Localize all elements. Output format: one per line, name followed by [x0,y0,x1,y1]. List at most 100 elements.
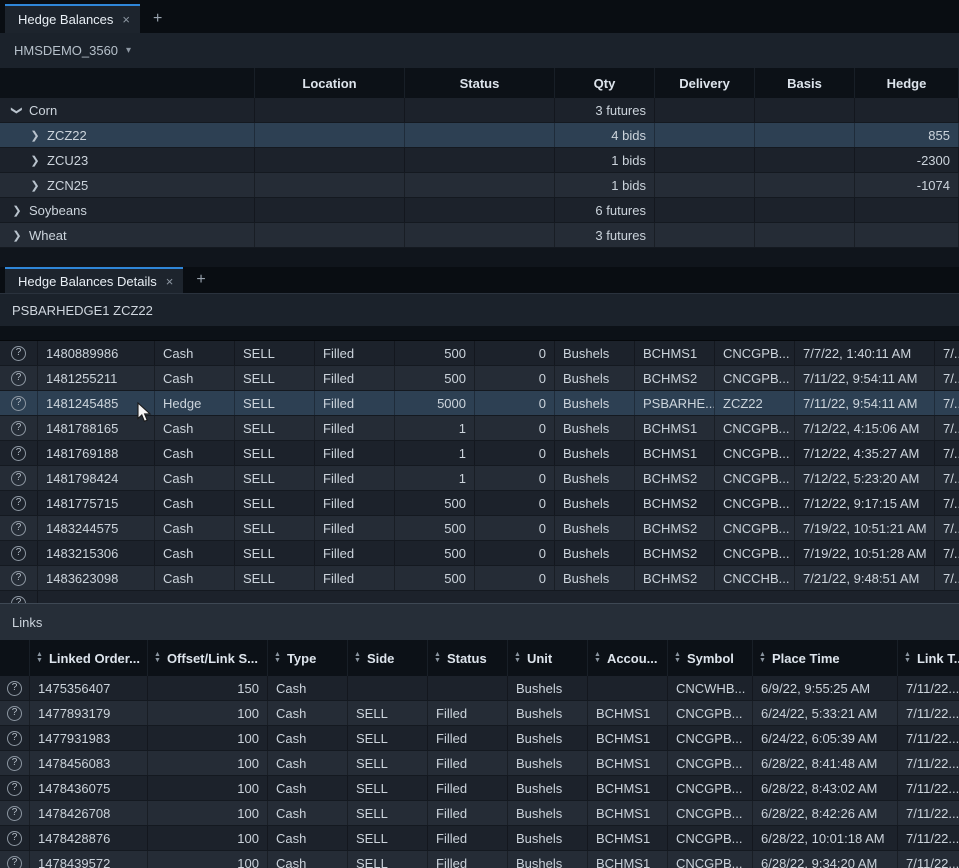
links-row[interactable]: ?1477931983100CashSELLFilledBushelsBCHMS… [0,726,959,751]
info-icon[interactable]: ? [7,856,22,868]
cell-place-time: 7/12/22, 4:35:27 AM [795,441,935,465]
details-row[interactable]: ?1483244575CashSELLFilled5000BushelsBCHM… [0,516,959,541]
details-row[interactable]: ?1481798424CashSELLFilled10BushelsBCHMS2… [0,466,959,491]
close-tab-icon[interactable]: × [166,274,174,289]
tree-label: ZCU23 [47,153,88,168]
tab-hedge-balances-details[interactable]: Hedge Balances Details × [5,267,183,293]
links-row[interactable]: ?1478439572100CashSELLFilledBushelsBCHMS… [0,851,959,868]
details-row[interactable]: ?1481255211CashSELLFilled5000BushelsBCHM… [0,366,959,391]
cell-status [405,173,555,197]
cell-hedge [855,223,959,247]
links-row[interactable]: ?1478436075100CashSELLFilledBushelsBCHMS… [0,776,959,801]
details-row[interactable]: ?1483623098CashSELLFilled5000BushelsBCHM… [0,566,959,591]
links-header-linked-order[interactable]: ▲▼Linked Order... [30,640,148,676]
cell-account: BCHMS1 [588,776,668,800]
details-row[interactable]: ?1481788165CashSELLFilled10BushelsBCHMS1… [0,416,959,441]
chevron-right-icon[interactable]: ❯ [30,179,40,192]
workspace-dropdown[interactable]: HMSDEMO_3560 ▾ [14,43,131,58]
header-cell-status[interactable]: Status [405,68,555,98]
info-cell: ? [0,776,30,800]
tree-row-soybeans[interactable]: ❯Soybeans6 futures [0,198,959,223]
links-row[interactable]: ?1478456083100CashSELLFilledBushelsBCHMS… [0,751,959,776]
tree-row-zcn25[interactable]: ❯ZCN251 bids-1074 [0,173,959,198]
header-cell-qty[interactable]: Qty [555,68,655,98]
links-header-symbol[interactable]: ▲▼Symbol [668,640,753,676]
cell-qty: 4 bids [555,123,655,147]
tree-row-zcu23[interactable]: ❯ZCU231 bids-2300 [0,148,959,173]
info-icon[interactable]: ? [7,706,22,721]
info-icon[interactable]: ? [7,756,22,771]
header-cell-location[interactable]: Location [255,68,405,98]
new-tab-button[interactable]: + [140,4,175,33]
info-icon[interactable]: ? [11,421,26,436]
chevron-right-icon[interactable]: ❯ [30,154,40,167]
cell-link-time: 7/11/22... [898,726,959,750]
info-icon[interactable]: ? [11,371,26,386]
tree-row-corn[interactable]: ❯Corn3 futures [0,98,959,123]
links-header-account[interactable]: ▲▼Accou... [588,640,668,676]
cell-type: Cash [155,466,235,490]
cell-side: SELL [235,516,315,540]
header-cell-basis[interactable]: Basis [755,68,855,98]
links-header-link-time[interactable]: ▲▼Link T... [898,640,959,676]
cell-basis [755,123,855,147]
info-icon[interactable]: ? [11,546,26,561]
cell-place-time: 7/19/22, 10:51:28 AM [795,541,935,565]
cell-unit: Bushels [555,441,635,465]
links-row[interactable]: ?1478428876100CashSELLFilledBushelsBCHMS… [0,826,959,851]
info-cell: ? [0,366,38,390]
info-cell: ? [0,516,38,540]
cell-hedge: -1074 [855,173,959,197]
chevron-down-icon[interactable]: ❯ [11,105,24,115]
cell-status [405,123,555,147]
links-row[interactable]: ?1475356407150CashBushelsCNCWHB...6/9/22… [0,676,959,701]
tree-label: Wheat [29,228,67,243]
cell-place-time: 6/9/22, 9:55:25 AM [753,676,898,700]
chevron-right-icon[interactable]: ❯ [12,204,22,217]
info-icon[interactable]: ? [7,806,22,821]
info-icon[interactable]: ? [7,731,22,746]
info-icon[interactable]: ? [11,496,26,511]
info-icon[interactable]: ? [7,831,22,846]
sort-icon: ▲▼ [904,652,911,664]
info-cell: ? [0,441,38,465]
info-icon[interactable]: ? [7,781,22,796]
info-icon[interactable]: ? [11,521,26,536]
links-header-status[interactable]: ▲▼Status [428,640,508,676]
close-tab-icon[interactable]: × [122,12,130,27]
tree-row-zcz22[interactable]: ❯ZCZ224 bids855 [0,123,959,148]
cell-link-time: 7/11/22... [898,701,959,725]
header-cell-hedge[interactable]: Hedge [855,68,959,98]
links-header-side[interactable]: ▲▼Side [348,640,428,676]
info-icon[interactable]: ? [11,446,26,461]
details-row[interactable]: ?1481245485HedgeSELLFilled50000BushelsPS… [0,391,959,416]
chevron-right-icon[interactable]: ❯ [30,129,40,142]
sort-icon: ▲▼ [759,652,766,664]
details-row[interactable]: ?1481769188CashSELLFilled10BushelsBCHMS1… [0,441,959,466]
info-icon[interactable]: ? [11,596,26,604]
new-tab-button[interactable]: + [183,267,218,293]
links-header-unit[interactable]: ▲▼Unit [508,640,588,676]
header-cell-delivery[interactable]: Delivery [655,68,755,98]
links-row[interactable]: ?1478426708100CashSELLFilledBushelsBCHMS… [0,801,959,826]
cell-account: BCHMS2 [635,566,715,590]
details-row[interactable]: ?1480889986CashSELLFilled5000BushelsBCHM… [0,341,959,366]
cell-status: Filled [428,776,508,800]
info-icon[interactable]: ? [11,346,26,361]
tree-row-wheat[interactable]: ❯Wheat3 futures [0,223,959,248]
info-icon[interactable]: ? [7,681,22,696]
info-icon[interactable]: ? [11,396,26,411]
links-header-type[interactable]: ▲▼Type [268,640,348,676]
info-cell: ? [0,701,30,725]
info-icon[interactable]: ? [11,471,26,486]
chevron-right-icon[interactable]: ❯ [12,229,22,242]
tab-hedge-balances[interactable]: Hedge Balances × [5,4,140,33]
cell-place-time: 6/24/22, 5:33:21 AM [753,701,898,725]
links-header-place-time[interactable]: ▲▼Place Time [753,640,898,676]
details-row[interactable]: ?1481775715CashSELLFilled5000BushelsBCHM… [0,491,959,516]
links-row[interactable]: ?1477893179100CashSELLFilledBushelsBCHMS… [0,701,959,726]
links-header-offset-link-size[interactable]: ▲▼Offset/Link S... [148,640,268,676]
tree-cell: ❯Soybeans [0,198,255,222]
details-row[interactable]: ?1483215306CashSELLFilled5000BushelsBCHM… [0,541,959,566]
info-icon[interactable]: ? [11,571,26,586]
